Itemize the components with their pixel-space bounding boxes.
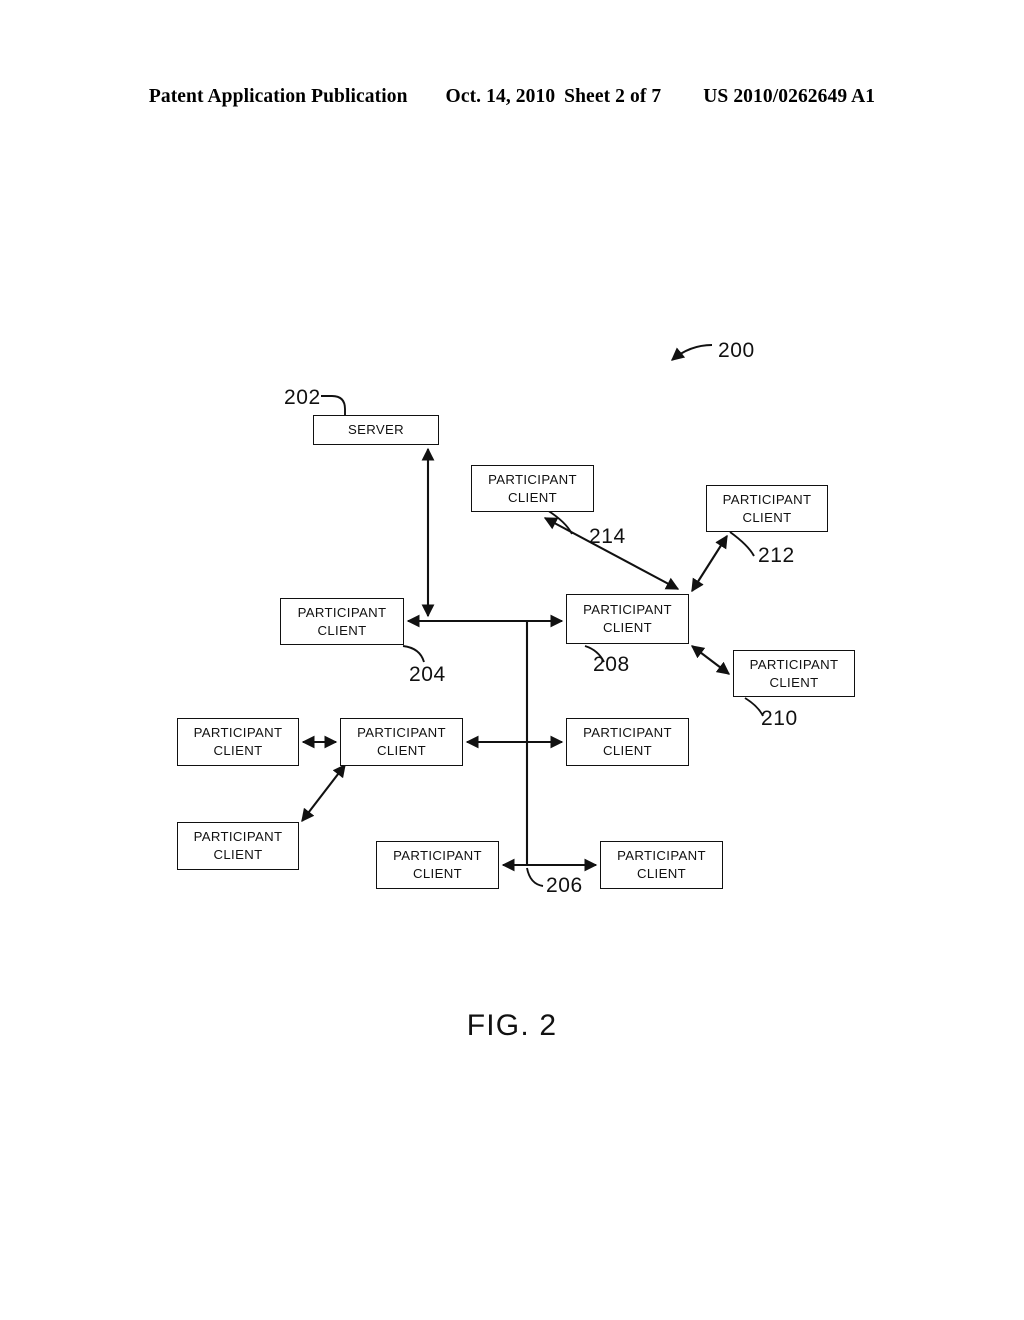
- ref-numeral-202: 202: [284, 386, 321, 409]
- ref-numeral-212: 212: [758, 544, 795, 567]
- node-label-line2: CLIENT: [413, 866, 462, 881]
- node-participant-client-bottom-right[interactable]: PARTICIPANT CLIENT: [600, 841, 723, 889]
- node-label-line1: PARTICIPANT: [193, 725, 283, 741]
- ref-numeral-210: 210: [761, 707, 798, 730]
- node-participant-client-204[interactable]: PARTICIPANT CLIENT: [280, 598, 404, 645]
- ref-numeral-208: 208: [593, 653, 630, 676]
- node-label-line1: PARTICIPANT: [617, 848, 706, 864]
- node-participant-client-bottom-left[interactable]: PARTICIPANT CLIENT: [376, 841, 499, 889]
- node-label-line2: CLIENT: [769, 674, 819, 690]
- callout-arrow-200: [670, 343, 713, 361]
- node-label-line2: CLIENT: [213, 847, 263, 862]
- node-label-line2: CLIENT: [213, 743, 263, 758]
- patent-page: Patent Application Publication Oct. 14, …: [0, 0, 1024, 1320]
- node-participant-client-210[interactable]: PARTICIPANT CLIENT: [733, 650, 855, 697]
- node-label-line1: PARTICIPANT: [393, 848, 482, 864]
- leader-line-202: [321, 395, 346, 416]
- figure-2-diagram: SERVER PARTICIPANT CLIENT PARTICIPANT CL…: [0, 0, 1024, 1320]
- node-label-line1: PARTICIPANT: [488, 471, 577, 487]
- node-label-line2: CLIENT: [317, 622, 367, 638]
- node-server[interactable]: SERVER: [313, 415, 439, 445]
- leader-line-212: [729, 531, 755, 557]
- node-label-line1: PARTICIPANT: [193, 829, 283, 845]
- node-participant-client-low-left[interactable]: PARTICIPANT CLIENT: [177, 822, 299, 870]
- node-label-line2: CLIENT: [742, 509, 792, 525]
- node-label-line1: PARTICIPANT: [749, 656, 839, 672]
- node-participant-client-mid-right[interactable]: PARTICIPANT CLIENT: [566, 718, 689, 766]
- ref-numeral-204: 204: [409, 663, 446, 686]
- connector-208-to-212: [691, 534, 728, 593]
- node-participant-client-208[interactable]: PARTICIPANT CLIENT: [566, 594, 689, 644]
- node-label-line1: PARTICIPANT: [297, 604, 387, 620]
- node-label-line2: CLIENT: [508, 489, 557, 505]
- node-participant-client-mid-center[interactable]: PARTICIPANT CLIENT: [340, 718, 463, 766]
- diagram-connectors: [301, 343, 764, 887]
- node-participant-client-mid-left[interactable]: PARTICIPANT CLIENT: [177, 718, 299, 766]
- node-participant-client-214[interactable]: PARTICIPANT CLIENT: [471, 465, 594, 512]
- ref-numeral-200: 200: [718, 339, 755, 362]
- node-server-label: SERVER: [347, 422, 405, 438]
- node-label-line1: PARTICIPANT: [722, 491, 812, 507]
- node-label-line2: CLIENT: [377, 743, 426, 758]
- connector-208-to-210: [690, 645, 731, 675]
- node-label-line1: PARTICIPANT: [583, 725, 672, 741]
- node-label-line2: CLIENT: [603, 620, 652, 635]
- node-label-line2: CLIENT: [637, 866, 686, 881]
- ref-numeral-214: 214: [589, 525, 626, 548]
- connector-midcenter-to-lowleft: [301, 763, 346, 823]
- figure-caption: FIG. 2: [466, 1009, 558, 1042]
- node-label-line1: PARTICIPANT: [583, 602, 672, 618]
- node-label-line2: CLIENT: [603, 743, 652, 758]
- node-participant-client-212[interactable]: PARTICIPANT CLIENT: [706, 485, 828, 532]
- leader-line-206: [526, 867, 544, 887]
- leader-line-204: [402, 645, 425, 663]
- ref-numeral-206: 206: [546, 874, 583, 897]
- node-label-line1: PARTICIPANT: [357, 725, 446, 741]
